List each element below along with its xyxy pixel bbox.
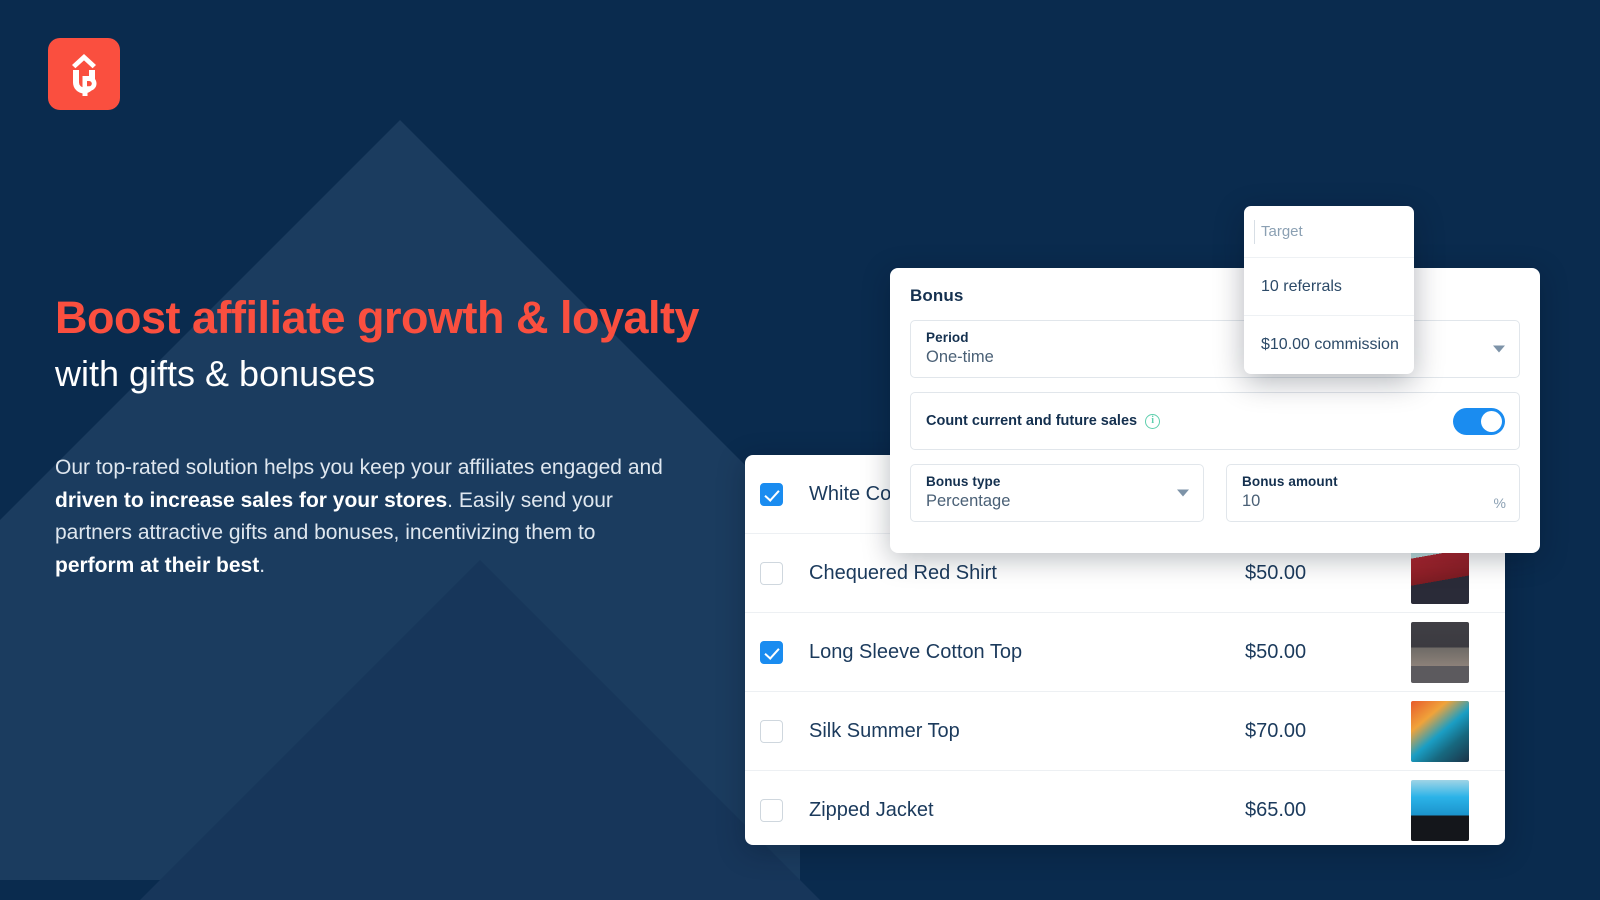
bonus-card-title: Bonus [910, 286, 964, 305]
product-thumbnail [1411, 780, 1469, 841]
hero-paragraph: Our top-rated solution helps you keep yo… [55, 452, 675, 582]
period-label: Period [926, 330, 969, 345]
product-price: $70.00 [1245, 719, 1307, 742]
paragraph-part-1: Our top-rated solution helps you keep yo… [55, 456, 663, 479]
product-checkbox[interactable] [760, 561, 783, 585]
hero-headline: Boost affiliate growth & loyalty with gi… [55, 292, 815, 398]
product-name: Long Sleeve Cotton Top [809, 640, 1023, 663]
hero-screenshot: Boost affiliate growth & loyalty with gi… [0, 0, 1600, 900]
product-checkbox[interactable] [760, 482, 783, 506]
product-checkbox[interactable] [760, 719, 783, 743]
bonus-settings-row: Bonus type Percentage Bonus amount 10 % [910, 464, 1520, 522]
product-name: Zipped Jacket [809, 799, 934, 821]
count-sales-row[interactable]: Count current and future sales i [910, 392, 1520, 450]
table-row[interactable]: Zipped Jacket $65.00 [745, 771, 1505, 845]
target-dropdown: Target 10 referrals $10.00 commission [1244, 206, 1414, 374]
brand-logo[interactable] [48, 38, 120, 110]
count-sales-label-group: Count current and future sales i [926, 413, 1161, 429]
period-select[interactable]: Period One-time [910, 320, 1520, 378]
product-name: Silk Summer Top [809, 719, 960, 742]
background-chevron-small [140, 560, 820, 900]
paragraph-bold-2: perform at their best [55, 553, 260, 577]
up-arrow-logo-icon [72, 54, 97, 96]
product-name: Chequered Red Shirt [809, 561, 997, 584]
headline-accent-line: Boost affiliate growth & loyalty [55, 292, 700, 343]
info-icon[interactable]: i [1145, 413, 1161, 429]
chevron-down-icon [1177, 489, 1189, 497]
bonus-amount-value: 10 [1242, 492, 1261, 510]
target-option-commission[interactable]: $10.00 commission [1244, 316, 1414, 374]
product-checkbox[interactable] [760, 640, 783, 664]
bonus-amount-input[interactable]: Bonus amount 10 % [1226, 464, 1520, 522]
percent-suffix: % [1493, 495, 1506, 511]
count-sales-label: Count current and future sales [926, 413, 1138, 429]
paragraph-part-3: . [259, 553, 266, 577]
period-value: One-time [926, 348, 994, 366]
product-price: $65.00 [1245, 799, 1307, 821]
bonus-type-label: Bonus type [926, 474, 1001, 489]
table-row[interactable]: Silk Summer Top $70.00 [745, 692, 1505, 771]
bonus-amount-label: Bonus amount [1242, 474, 1338, 489]
target-dropdown-header: Target [1244, 206, 1414, 258]
paragraph-bold-1: driven to increase sales for your stores [55, 488, 448, 512]
product-checkbox[interactable] [760, 799, 783, 822]
product-price: $50.00 [1245, 561, 1307, 584]
count-sales-toggle[interactable] [1453, 407, 1505, 435]
bonus-type-select[interactable]: Bonus type Percentage [910, 464, 1204, 522]
target-option-referrals[interactable]: 10 referrals [1244, 258, 1414, 316]
table-row[interactable]: Long Sleeve Cotton Top $50.00 [745, 613, 1505, 692]
bonus-type-value: Percentage [926, 492, 1011, 510]
product-thumbnail [1411, 622, 1469, 683]
chevron-down-icon [1493, 345, 1505, 353]
bonus-card: Bonus Period One-time Count current and … [890, 268, 1540, 553]
product-price: $50.00 [1245, 640, 1307, 663]
product-thumbnail [1411, 701, 1469, 762]
target-dropdown-label: Target [1261, 223, 1303, 240]
headline-sub-line: with gifts & bonuses [55, 352, 376, 394]
